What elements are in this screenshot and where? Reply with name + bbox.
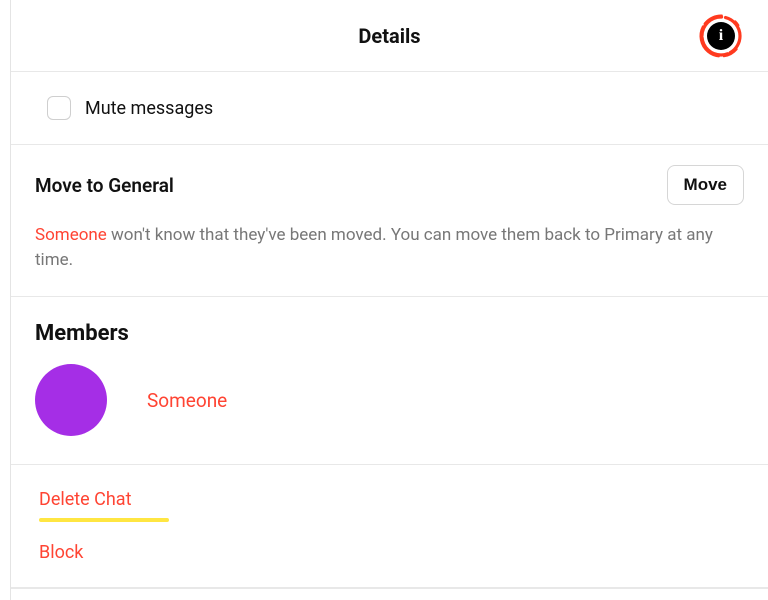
panel-header: Details i: [11, 0, 768, 72]
move-desc-rest: won't know that they've been moved. You …: [35, 225, 713, 270]
move-header-row: Move to General Move: [35, 165, 744, 205]
member-avatar: [35, 364, 107, 436]
block-action[interactable]: Block: [39, 536, 744, 569]
move-button[interactable]: Move: [667, 165, 744, 205]
mute-label: Mute messages: [85, 98, 213, 119]
panel-title: Details: [358, 24, 420, 48]
mute-section: Mute messages: [11, 72, 768, 145]
member-row[interactable]: Someone: [35, 364, 744, 436]
highlight-underline-annotation: [39, 518, 169, 522]
actions-section: Delete Chat Block: [11, 465, 768, 588]
member-name: Someone: [147, 389, 227, 412]
delete-chat-action[interactable]: Delete Chat: [39, 483, 744, 516]
move-section: Move to General Move Someone won't know …: [11, 145, 768, 297]
info-button[interactable]: i: [698, 13, 744, 59]
members-section: Members Someone: [11, 297, 768, 465]
section-divider: [11, 588, 768, 589]
mute-checkbox[interactable]: [47, 96, 71, 120]
details-panel: Details i Mute messages Move to General …: [10, 0, 768, 600]
highlight-circle-annotation: [698, 13, 744, 59]
move-description: Someone won't know that they've been mov…: [35, 223, 744, 272]
move-user-link[interactable]: Someone: [35, 225, 107, 245]
members-heading: Members: [35, 321, 744, 346]
move-title: Move to General: [35, 174, 174, 197]
